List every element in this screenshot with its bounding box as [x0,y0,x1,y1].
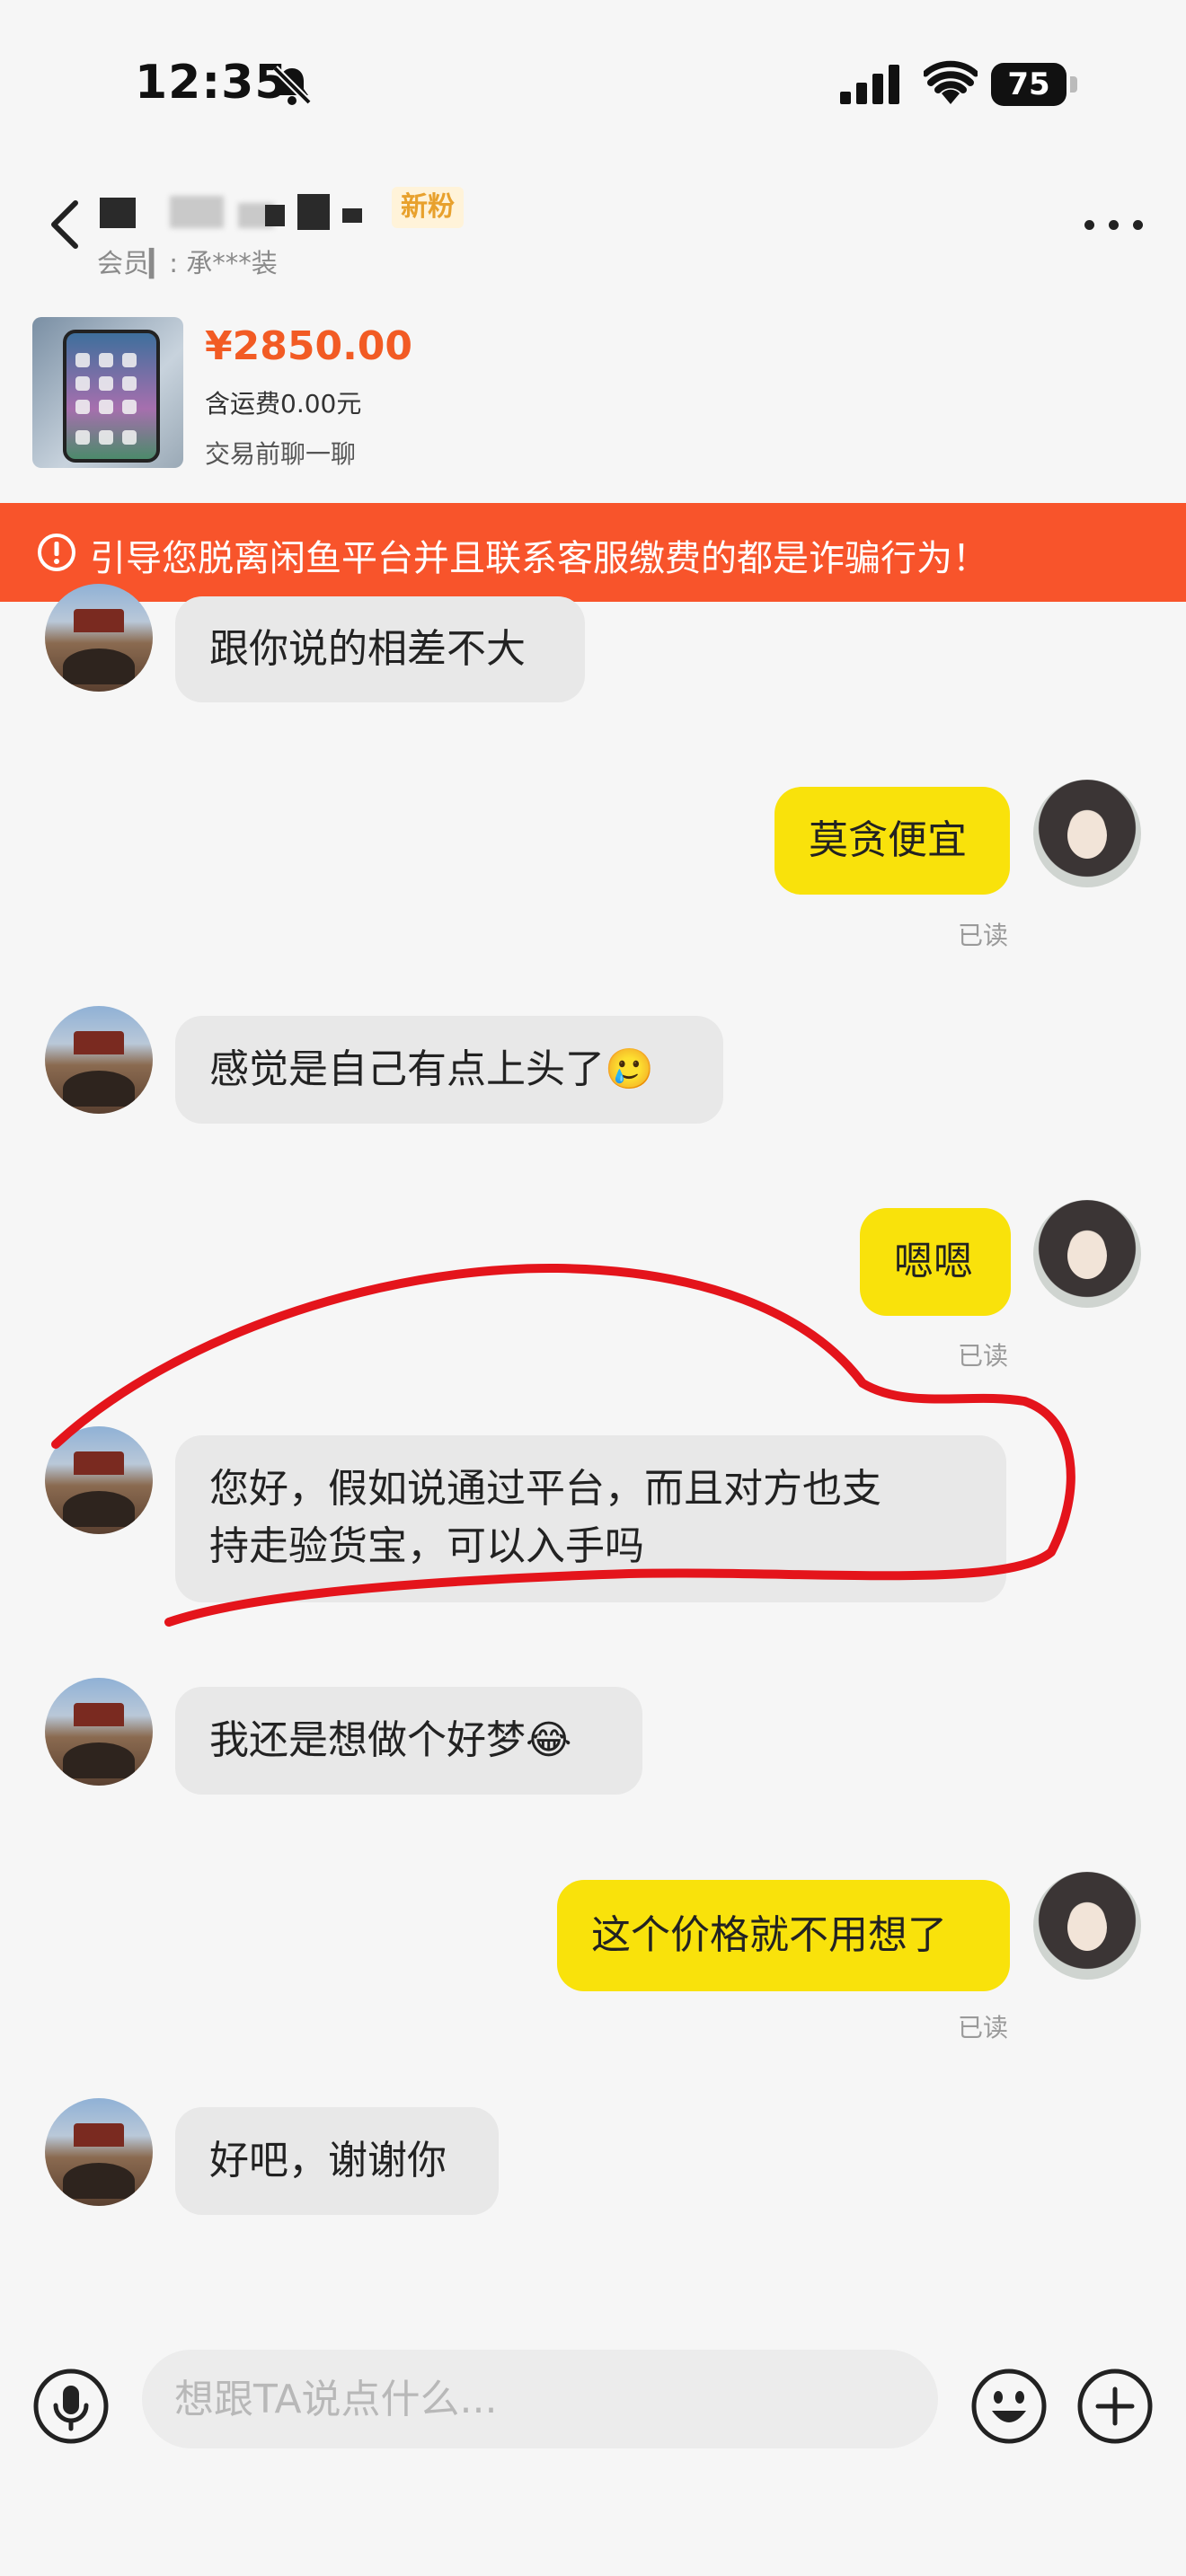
message-bubble[interactable]: 我还是想做个好梦😂 [175,1687,642,1795]
message-line: 您好，假如说通过平台，而且对方也支 [209,1466,881,1512]
new-fan-badge: 新粉 [392,187,464,228]
seller-avatar[interactable] [45,1678,153,1786]
battery-level: 75 [1007,66,1050,102]
read-receipt: 已读 [958,2013,1009,2042]
seller-name-redacted [94,187,382,232]
message-bubble[interactable]: 莫贪便宜 [774,787,1010,895]
bell-slash-icon [272,66,312,105]
member-label: 会员▎: 承***装 [97,248,278,278]
message-bubble[interactable]: 感觉是自己有点上头了🥲 [175,1016,723,1124]
message-bubble[interactable]: 您好，假如说通过平台，而且对方也支 持走验货宝，可以入手吗 [175,1435,1006,1602]
seller-avatar[interactable] [45,2098,153,2206]
battery-indicator: 75 [991,63,1079,108]
scam-warning-text: 引导您脱离闲鱼平台并且联系客服缴费的都是诈骗行为！ [90,538,988,579]
my-avatar[interactable] [1033,780,1141,887]
message-bubble[interactable]: 这个价格就不用想了 [557,1880,1010,1991]
message-input[interactable] [142,2350,938,2448]
product-shipping: 含运费0.00元 [205,389,362,419]
warning-circle-icon [38,534,75,571]
plus-circle-icon[interactable] [1076,2368,1154,2445]
message-bubble[interactable]: 嗯嗯 [860,1208,1011,1316]
microphone-icon[interactable] [32,2368,110,2445]
read-receipt: 已读 [958,921,1009,950]
read-receipt: 已读 [958,1341,1009,1371]
more-dots-icon[interactable] [1083,211,1146,238]
seller-avatar[interactable] [45,1006,153,1114]
product-hint: 交易前聊一聊 [205,439,357,469]
emoji-icon[interactable] [970,2368,1048,2445]
seller-avatar[interactable] [45,584,153,692]
message-bubble[interactable]: 好吧，谢谢你 [175,2107,499,2215]
message-line: 持走验货宝，可以入手吗 [209,1523,644,1569]
wifi-icon [924,60,978,104]
chevron-left-icon[interactable] [43,198,88,251]
seller-avatar[interactable] [45,1426,153,1534]
my-avatar[interactable] [1033,1872,1141,1980]
product-thumbnail[interactable] [32,317,183,468]
message-bubble[interactable]: 跟你说的相差不大 [175,596,585,702]
my-avatar[interactable] [1033,1200,1141,1308]
product-price: ¥2850.00 [205,323,413,369]
cellular-signal-icon [840,65,899,104]
status-time: 12:35 [135,56,288,110]
